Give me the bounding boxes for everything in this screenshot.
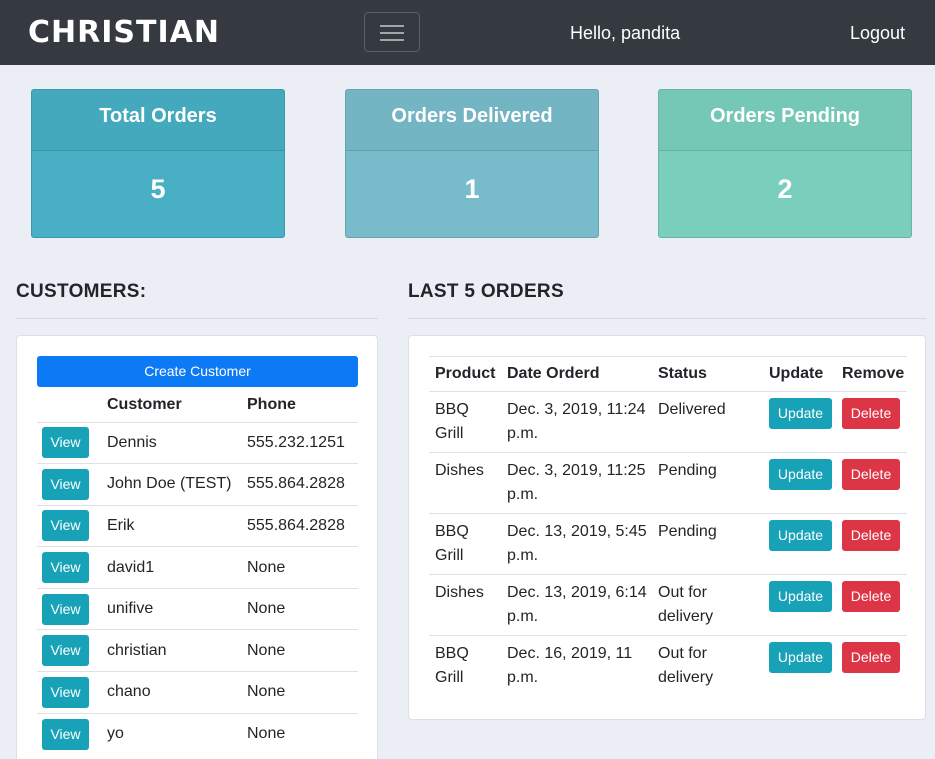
stat-value: 2 — [777, 174, 793, 204]
update-order-button[interactable]: Update — [769, 520, 832, 551]
table-row: View david1 None — [37, 546, 358, 589]
table-header-row: Product Date Orderd Status Update Remove — [429, 356, 907, 392]
order-product: BBQ Grill — [429, 513, 501, 575]
customer-name: chano — [107, 671, 247, 714]
view-customer-button[interactable]: View — [42, 427, 89, 459]
stat-label: Orders Delivered — [346, 90, 598, 151]
customer-phone: None — [247, 587, 358, 630]
order-date: Dec. 3, 2019, 11:25 p.m. — [501, 452, 652, 514]
customers-card: Create Customer Customer Phone View Denni… — [16, 335, 378, 759]
hamburger-icon — [380, 25, 404, 27]
table-row: BBQ Grill Dec. 13, 2019, 5:45 p.m. Pending… — [429, 513, 907, 575]
order-date: Dec. 16, 2019, 11 p.m. — [501, 635, 652, 696]
order-product: Dishes — [429, 452, 501, 514]
column-header-update: Update — [763, 356, 836, 392]
stat-value: 5 — [150, 174, 166, 204]
orders-card: Product Date Orderd Status Update Remove… — [408, 335, 926, 720]
view-customer-button[interactable]: View — [42, 718, 89, 750]
delete-order-button[interactable]: Delete — [842, 459, 900, 490]
hamburger-icon — [380, 39, 404, 41]
customers-title: CUSTOMERS: — [16, 281, 147, 302]
update-order-button[interactable]: Update — [769, 459, 832, 490]
order-date: Dec. 13, 2019, 5:45 p.m. — [501, 513, 652, 575]
create-customer-button[interactable]: Create Customer — [37, 356, 358, 387]
stat-card-orders-pending: Orders Pending 2 — [658, 89, 912, 238]
customer-name: John Doe (TEST) — [107, 463, 247, 506]
order-status: Out for delivery — [652, 574, 763, 636]
update-order-button[interactable]: Update — [769, 398, 832, 429]
order-status: Pending — [652, 452, 763, 514]
delete-order-button[interactable]: Delete — [842, 581, 900, 612]
customer-phone: None — [247, 546, 358, 589]
table-row: View unifive None — [37, 587, 358, 630]
order-product: BBQ Grill — [429, 391, 501, 453]
column-header-status: Status — [652, 356, 763, 392]
order-status: Out for delivery — [652, 635, 763, 696]
table-row: BBQ Grill Dec. 3, 2019, 11:24 p.m. Deliver… — [429, 391, 907, 453]
view-customer-button[interactable]: View — [42, 552, 89, 584]
update-order-button[interactable]: Update — [769, 642, 832, 673]
order-date: Dec. 3, 2019, 11:24 p.m. — [501, 391, 652, 453]
stat-card-orders-delivered: Orders Delivered 1 — [345, 89, 599, 238]
greeting: Hello, pandita — [570, 23, 681, 43]
stat-label: Total Orders — [32, 90, 284, 151]
order-product: BBQ Grill — [429, 635, 501, 696]
table-row: Dishes Dec. 3, 2019, 11:25 p.m. Pending Upd… — [429, 452, 907, 514]
customer-phone: 555.232.1251 — [247, 421, 358, 464]
order-date: Dec. 13, 2019, 6:14 p.m. — [501, 574, 652, 636]
customer-name: christian — [107, 629, 247, 672]
customer-name: yo — [107, 712, 247, 755]
view-customer-button[interactable]: View — [42, 510, 89, 542]
customer-phone: None — [247, 629, 358, 672]
menu-toggle-button[interactable] — [364, 12, 420, 52]
view-customer-button[interactable]: View — [42, 468, 89, 500]
customers-table: Customer Phone View Dennis 555.232.1251 Vie… — [37, 388, 358, 755]
customer-phone: None — [247, 712, 358, 755]
column-header-customer: Customer — [107, 388, 247, 423]
table-row: View christian None — [37, 629, 358, 672]
table-row: BBQ Grill Dec. 16, 2019, 11 p.m. Out for d… — [429, 635, 907, 696]
stat-card-total-orders: Total Orders 5 — [31, 89, 285, 238]
order-status: Pending — [652, 513, 763, 575]
view-customer-button[interactable]: View — [42, 676, 89, 708]
order-status: Delivered — [652, 391, 763, 453]
delete-order-button[interactable]: Delete — [842, 520, 900, 551]
delete-order-button[interactable]: Delete — [842, 398, 900, 429]
column-header-remove: Remove — [836, 356, 907, 392]
hamburger-icon — [380, 32, 404, 34]
update-order-button[interactable]: Update — [769, 581, 832, 612]
customer-name: unifive — [107, 587, 247, 630]
table-row: View John Doe (TEST) 555.864.2828 — [37, 463, 358, 506]
customer-phone: 555.864.2828 — [247, 504, 358, 547]
navbar: CHRISTIAN Hello, pandita Logout — [0, 0, 935, 65]
table-row: Dishes Dec. 13, 2019, 6:14 p.m. Out for de… — [429, 574, 907, 636]
column-header-phone: Phone — [247, 388, 358, 423]
logout-link[interactable]: Logout — [850, 22, 905, 44]
order-product: Dishes — [429, 574, 501, 636]
view-customer-button[interactable]: View — [42, 593, 89, 625]
table-row: View Erik 555.864.2828 — [37, 504, 358, 547]
table-row: View chano None — [37, 671, 358, 714]
delete-order-button[interactable]: Delete — [842, 642, 900, 673]
divider — [408, 318, 926, 319]
customer-name: david1 — [107, 546, 247, 589]
table-row: View yo None — [37, 712, 358, 755]
table-row: View Dennis 555.232.1251 — [37, 421, 358, 464]
divider — [16, 318, 378, 319]
view-customer-button[interactable]: View — [42, 635, 89, 667]
table-header-row: Customer Phone — [37, 388, 358, 423]
column-header-product: Product — [429, 356, 501, 392]
orders-title: LAST 5 ORDERS — [408, 281, 564, 302]
customer-name: Dennis — [107, 421, 247, 464]
orders-table: Product Date Orderd Status Update Remove… — [429, 356, 907, 696]
stat-label: Orders Pending — [659, 90, 911, 151]
column-header-date: Date Orderd — [501, 356, 652, 392]
customer-phone: 555.864.2828 — [247, 463, 358, 506]
customer-phone: None — [247, 671, 358, 714]
customer-name: Erik — [107, 504, 247, 547]
brand-logo[interactable]: CHRISTIAN — [28, 13, 220, 53]
stat-value: 1 — [464, 174, 480, 204]
